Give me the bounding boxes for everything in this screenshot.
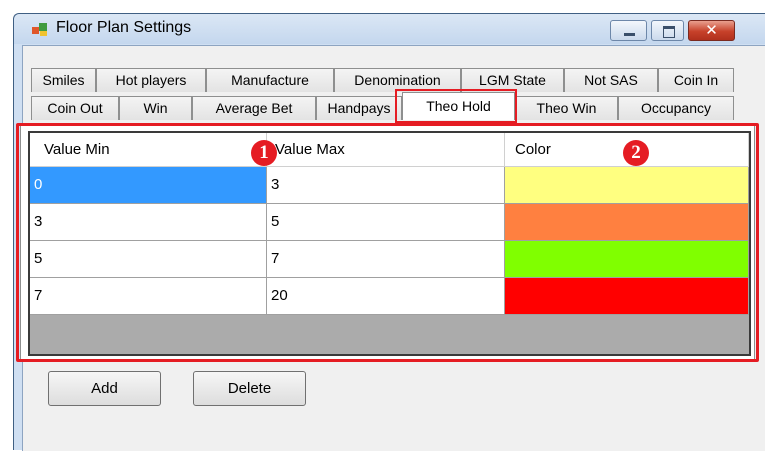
tab-hot-players[interactable]: Hot players xyxy=(96,68,206,92)
callout-badge-2: 2 xyxy=(623,140,649,166)
tab-theo-win[interactable]: Theo Win xyxy=(515,96,618,120)
title-bar[interactable]: Floor Plan Settings ✕ xyxy=(14,14,765,44)
tab-win[interactable]: Win xyxy=(119,96,192,120)
callout-badge-1: 1 xyxy=(251,140,277,166)
close-button[interactable]: ✕ xyxy=(688,20,735,41)
add-button[interactable]: Add xyxy=(48,371,161,406)
maximize-icon xyxy=(663,26,675,38)
minimize-icon xyxy=(624,33,635,36)
maximize-button[interactable] xyxy=(651,20,684,41)
tab-handpays[interactable]: Handpays xyxy=(316,96,402,120)
delete-button[interactable]: Delete xyxy=(193,371,306,406)
tab-not-sas[interactable]: Not SAS xyxy=(564,68,658,92)
tab-coin-in[interactable]: Coin In xyxy=(658,68,734,92)
tab-occupancy[interactable]: Occupancy xyxy=(618,96,734,120)
tab-manufacture[interactable]: Manufacture xyxy=(206,68,334,92)
tab-average-bet[interactable]: Average Bet xyxy=(192,96,316,120)
window-title: Floor Plan Settings xyxy=(56,19,192,36)
tab-smiles[interactable]: Smiles xyxy=(31,68,96,92)
active-tab-highlight xyxy=(395,89,517,123)
close-icon: ✕ xyxy=(705,22,718,39)
tab-coin-out[interactable]: Coin Out xyxy=(31,96,119,120)
minimize-button[interactable] xyxy=(610,20,647,41)
app-window-icon xyxy=(32,23,47,36)
